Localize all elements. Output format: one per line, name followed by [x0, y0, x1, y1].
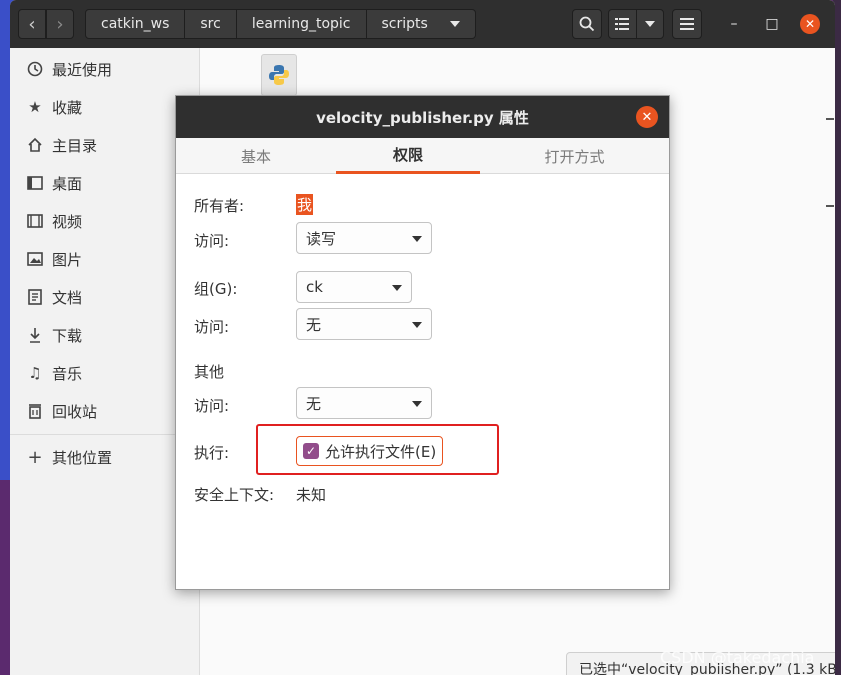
owner-label: 所有者: — [194, 197, 245, 215]
sidebar-item-label: 其他位置 — [52, 448, 113, 467]
others-access-label: 访问: — [194, 397, 230, 415]
sidebar-item-music[interactable]: ♫ 音乐 — [10, 354, 200, 392]
clock-icon — [26, 60, 44, 78]
chevron-right-icon: › — [56, 13, 64, 35]
others-access-select[interactable]: 无 — [296, 387, 432, 419]
breadcrumb: catkin_ws src learning_topic scripts — [85, 9, 476, 39]
list-view-button[interactable] — [609, 10, 636, 38]
sidebar: 最近使用 ★ 收藏 主目录 桌面 视频 图片 文档 下载 ♫ 音乐 回收站 + … — [10, 48, 200, 675]
sidebar-item-recent[interactable]: 最近使用 — [10, 50, 200, 88]
chevron-down-icon — [412, 322, 422, 328]
python-logo-icon — [269, 65, 289, 85]
tab-open-with[interactable]: 打开方式 — [480, 138, 669, 174]
sidebar-item-home[interactable]: 主目录 — [10, 126, 200, 164]
breadcrumb-item-current[interactable]: scripts — [366, 9, 476, 39]
group-select[interactable]: ck — [296, 271, 412, 303]
sidebar-item-other-locations[interactable]: + 其他位置 — [10, 438, 200, 476]
close-icon: ✕ — [641, 109, 653, 125]
menu-button[interactable] — [672, 9, 702, 39]
view-options-button[interactable] — [635, 10, 663, 38]
security-context-value: 未知 — [296, 486, 327, 504]
sidebar-item-label: 音乐 — [52, 364, 83, 383]
sidebar-item-label: 图片 — [52, 250, 83, 269]
dialog-title: velocity_publisher.py 属性 — [176, 96, 669, 138]
chevron-down-icon — [412, 401, 422, 407]
tab-permissions[interactable]: 权限 — [336, 138, 480, 174]
plus-icon: + — [27, 446, 43, 468]
others-access-value: 无 — [306, 394, 322, 413]
maximize-button[interactable]: □ — [762, 14, 782, 34]
sidebar-item-label: 最近使用 — [52, 60, 113, 79]
close-window-button[interactable]: ✕ — [800, 14, 820, 34]
sidebar-item-label: 回收站 — [52, 402, 98, 421]
sidebar-item-videos[interactable]: 视频 — [10, 202, 200, 240]
sidebar-item-label: 主目录 — [52, 136, 98, 155]
breadcrumb-item[interactable]: learning_topic — [236, 9, 367, 39]
python-file-icon[interactable] — [261, 54, 297, 96]
group-access-label: 访问: — [194, 318, 230, 336]
home-icon — [26, 136, 44, 154]
download-icon — [26, 326, 44, 344]
sidebar-item-downloads[interactable]: 下载 — [10, 316, 200, 354]
forward-button[interactable]: › — [46, 9, 74, 39]
group-value: ck — [306, 278, 323, 296]
minimize-button[interactable]: – — [724, 14, 744, 34]
minimize-icon: – — [730, 16, 738, 32]
chevron-down-icon — [412, 236, 422, 242]
chevron-down-icon — [392, 285, 402, 291]
tab-basic[interactable]: 基本 — [176, 138, 336, 174]
execute-label: 执行: — [194, 444, 230, 462]
breadcrumb-label: scripts — [381, 16, 428, 32]
star-icon: ★ — [28, 98, 42, 116]
trash-icon — [26, 402, 44, 420]
owner-access-select[interactable]: 读写 — [296, 222, 432, 254]
dialog-close-button[interactable]: ✕ — [636, 106, 658, 128]
highlight-annotation-box — [256, 424, 499, 475]
sidebar-item-label: 桌面 — [52, 174, 83, 193]
background-window-edge — [826, 205, 834, 207]
security-context-label: 安全上下文: — [194, 486, 275, 504]
search-button[interactable] — [572, 9, 602, 39]
dialog-tabs: 基本 权限 打开方式 — [176, 138, 669, 174]
list-view-icon — [615, 18, 630, 30]
film-icon — [26, 212, 44, 230]
document-icon — [26, 288, 44, 306]
desktop-icon — [26, 174, 44, 192]
view-toggle-button[interactable] — [608, 9, 664, 39]
maximize-icon: □ — [765, 16, 779, 32]
sidebar-item-label: 视频 — [52, 212, 83, 231]
close-icon: ✕ — [804, 17, 816, 31]
chevron-down-icon — [449, 21, 460, 27]
background-window-edge — [826, 118, 834, 120]
sidebar-divider — [10, 434, 200, 435]
watermark: CSDN @takedachia — [660, 648, 815, 667]
chevron-left-icon: ‹ — [28, 13, 36, 35]
group-label: 组(G): — [194, 280, 238, 298]
owner-access-label: 访问: — [194, 232, 230, 250]
headerbar: ‹ › catkin_ws src learning_topic scripts… — [10, 0, 835, 48]
sidebar-item-label: 下载 — [52, 326, 83, 345]
sidebar-item-trash[interactable]: 回收站 — [10, 392, 200, 430]
hamburger-icon — [680, 18, 694, 30]
image-icon — [26, 250, 44, 268]
group-access-value: 无 — [306, 315, 322, 334]
group-access-select[interactable]: 无 — [296, 308, 432, 340]
sidebar-item-starred[interactable]: ★ 收藏 — [10, 88, 200, 126]
sidebar-item-label: 文档 — [52, 288, 83, 307]
properties-dialog: velocity_publisher.py 属性 ✕ 基本 权限 打开方式 所有… — [175, 95, 670, 590]
owner-access-value: 读写 — [306, 229, 337, 248]
sidebar-item-label: 收藏 — [52, 98, 83, 117]
sidebar-item-pictures[interactable]: 图片 — [10, 240, 200, 278]
breadcrumb-item[interactable]: catkin_ws — [85, 9, 186, 39]
owner-value: 我 — [296, 194, 314, 215]
music-icon: ♫ — [28, 364, 42, 382]
sidebar-item-desktop[interactable]: 桌面 — [10, 164, 200, 202]
others-label: 其他 — [194, 363, 225, 381]
search-icon — [579, 16, 595, 32]
chevron-down-icon — [644, 21, 655, 27]
sidebar-item-documents[interactable]: 文档 — [10, 278, 200, 316]
back-button[interactable]: ‹ — [18, 9, 46, 39]
breadcrumb-item[interactable]: src — [185, 9, 237, 39]
